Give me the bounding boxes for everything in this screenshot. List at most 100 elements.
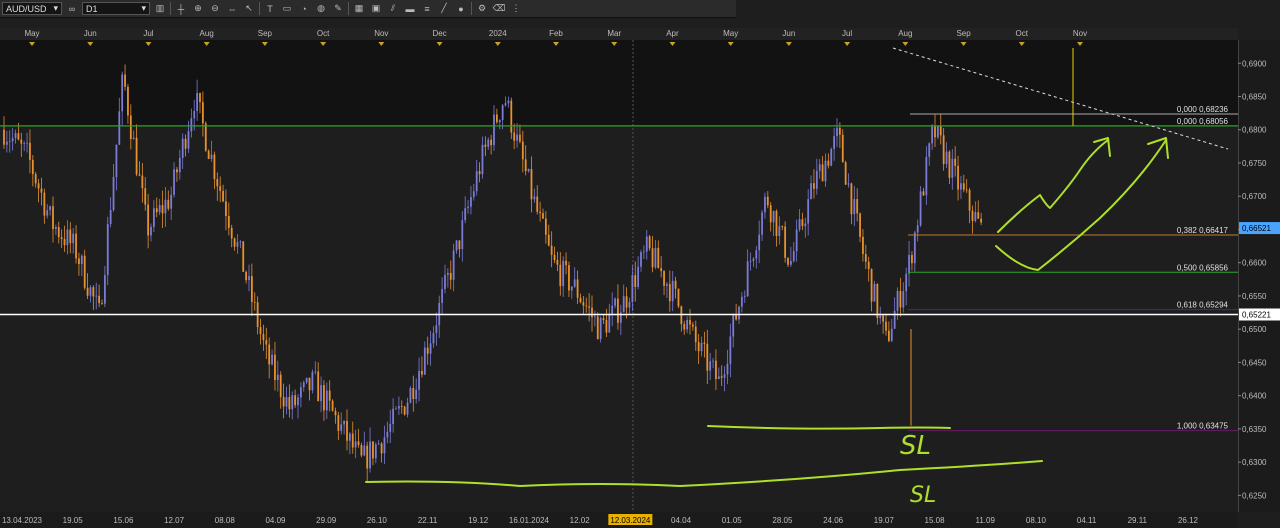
bottom-date-label: 19.05 [63, 516, 84, 525]
candle-body [78, 258, 80, 265]
candle-body [181, 138, 184, 158]
candle-body [276, 374, 279, 381]
candle-body [838, 127, 841, 135]
bottom-date-label: 04.11 [1077, 516, 1097, 525]
candle-body [553, 254, 556, 260]
bottom-date-label: 26.10 [367, 516, 388, 525]
top-month-label: Oct [1016, 29, 1029, 38]
candle-body [337, 415, 340, 431]
candle-body [686, 319, 689, 330]
candle-body [726, 363, 729, 375]
candle-body [899, 290, 902, 308]
candle-body [348, 433, 351, 441]
candle-body [386, 431, 389, 438]
candle-body [23, 143, 26, 144]
candle-body [178, 157, 181, 173]
candle-body [184, 138, 187, 149]
candle-body [17, 133, 20, 140]
candle-body [403, 406, 406, 415]
bottom-date-label: 04.09 [265, 516, 286, 525]
candle-body [320, 385, 322, 402]
price-chart[interactable]: May Jun Jul Aug Sep Oct Nov Dec 2024 Feb Mar Apr May… [0, 0, 1280, 528]
candle-body [507, 100, 510, 104]
candle-body [109, 210, 112, 224]
candle-body [818, 164, 821, 171]
candle-body [429, 343, 432, 354]
candle-body [236, 242, 239, 247]
candle-body [144, 188, 147, 205]
candle-body [493, 114, 495, 146]
candle-body [611, 305, 614, 315]
candle-body [152, 208, 155, 227]
candle-body [472, 191, 475, 198]
candle-body [484, 144, 487, 147]
candle-body [412, 387, 415, 400]
candle-body [343, 420, 346, 425]
candle-body [671, 280, 674, 302]
candle-body [210, 154, 213, 159]
candle-body [873, 283, 876, 302]
candle-body [481, 144, 484, 175]
candle-body [827, 160, 830, 166]
candle-body [230, 227, 233, 239]
candle-body [193, 110, 196, 119]
bottom-date-label: 08.10 [1026, 516, 1047, 525]
candle-body [867, 261, 870, 269]
candle-body [516, 134, 518, 141]
candle-body [8, 141, 11, 143]
candle-body [758, 234, 761, 251]
candle-body [487, 139, 490, 147]
candle-body [446, 272, 449, 275]
bottom-date-label: 15.08 [925, 516, 946, 525]
candle-body [700, 342, 703, 352]
candle-body [69, 229, 72, 244]
candle-body [625, 296, 628, 308]
candle-body [677, 288, 680, 307]
candle-body [46, 210, 49, 216]
candle-body [285, 397, 288, 407]
candle-body [222, 190, 224, 202]
candle-body [539, 211, 542, 214]
candle-body [311, 372, 314, 391]
candle-body [844, 162, 847, 185]
candle-body [850, 183, 853, 215]
candle-body [916, 225, 919, 233]
candle-body [155, 208, 158, 213]
candle-body [905, 273, 908, 292]
candle-body [579, 297, 582, 303]
top-month-label: Mar [607, 29, 621, 38]
candle-body [363, 445, 366, 456]
candle-body [400, 406, 403, 407]
candle-body [190, 118, 193, 132]
top-month-label: Aug [200, 29, 214, 38]
candle-body [346, 420, 348, 441]
candle-body [974, 212, 977, 222]
candle-body [766, 196, 769, 206]
candle-body [279, 374, 282, 398]
candle-body [876, 283, 879, 319]
top-month-label: Jun [782, 29, 795, 38]
candle-body [204, 123, 207, 151]
candle-body [449, 272, 452, 280]
candle-body [715, 360, 717, 380]
candle-body [787, 257, 789, 265]
candle-body [374, 444, 377, 459]
candle-body [527, 169, 530, 172]
candle-body [536, 196, 539, 212]
candle-body [784, 226, 787, 258]
candle-body [657, 247, 660, 269]
candle-body [60, 237, 63, 239]
candle-body [772, 210, 775, 223]
candle-body [674, 280, 677, 289]
candle-body [585, 305, 588, 307]
candle-body [911, 254, 913, 264]
candle-body [596, 316, 599, 340]
price-tick-label: 0,6800 [1242, 126, 1267, 135]
candle-body [622, 296, 625, 313]
candle-body [441, 289, 444, 303]
candle-body [847, 183, 850, 185]
candle-body [637, 266, 640, 287]
candle-body [934, 126, 936, 138]
candle-body [124, 74, 126, 87]
candle-body [893, 310, 896, 329]
